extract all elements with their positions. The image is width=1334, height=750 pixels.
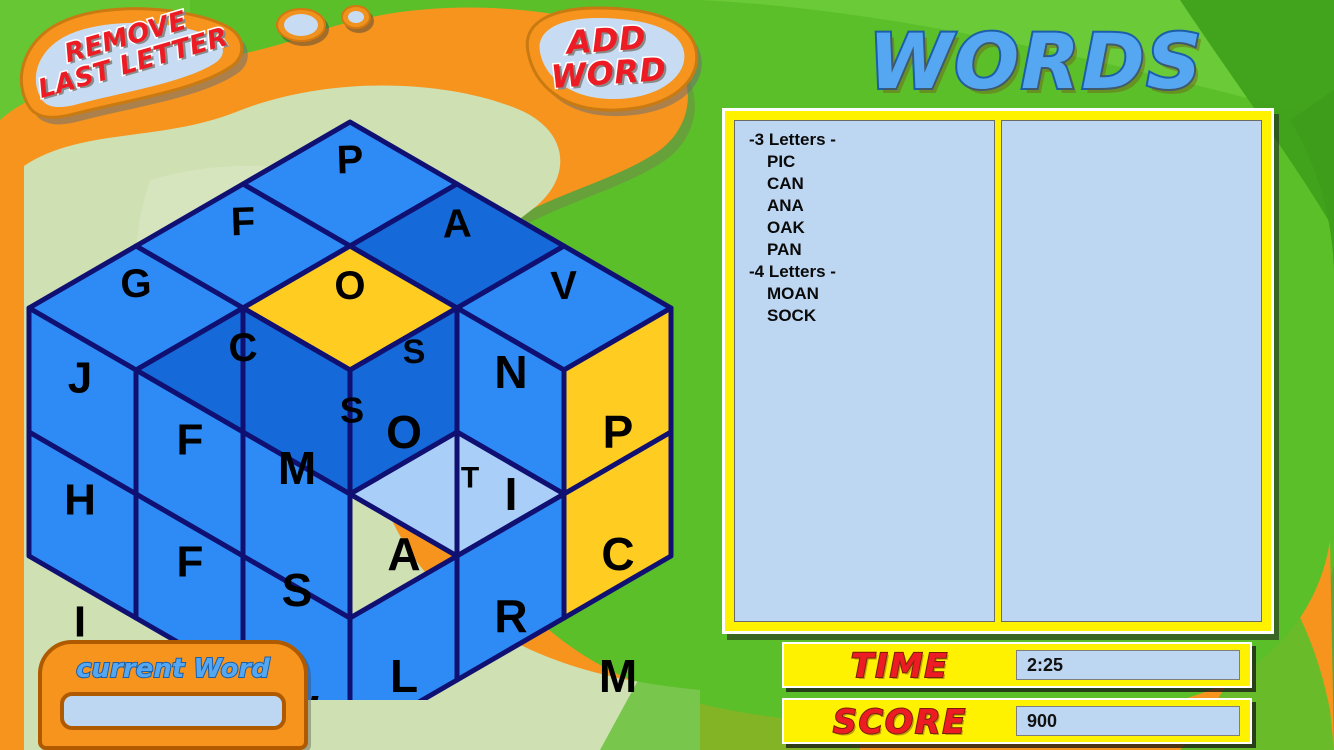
cube-letter: F bbox=[230, 200, 256, 245]
cube-letter: P bbox=[603, 406, 634, 458]
words-title-text: WORDS bbox=[867, 15, 1204, 108]
letter-cube[interactable]: .tb{fill:#2E8BF5}.tbd{fill:#1569D8}.tbl{… bbox=[0, 0, 700, 700]
cube-letter: L bbox=[390, 650, 418, 700]
found-word-item[interactable]: SOCK bbox=[749, 305, 994, 327]
time-label: TIME bbox=[850, 645, 950, 686]
score-panel: SCORE 900 bbox=[782, 698, 1252, 744]
found-word-item[interactable]: ANA bbox=[749, 195, 994, 217]
cube-letter: A bbox=[387, 528, 420, 580]
cube-letter: N bbox=[494, 346, 527, 398]
found-words-panel: -3 Letters - PIC CAN ANA OAK PAN -4 Letters - M… bbox=[722, 108, 1274, 634]
cube-letter: H bbox=[64, 476, 96, 525]
found-word-item[interactable]: OAK bbox=[749, 217, 994, 239]
score-label: SCORE bbox=[832, 701, 967, 742]
cube-letter: O bbox=[334, 263, 367, 308]
words-column-right[interactable] bbox=[1001, 120, 1262, 622]
cube-letter: V bbox=[550, 264, 579, 309]
current-word-input[interactable] bbox=[60, 692, 286, 730]
game-screen: REMOVE LAST LETTER ADD WORD .tb{fill:#2E… bbox=[0, 0, 1334, 750]
words-column-left[interactable]: -3 Letters - PIC CAN ANA OAK PAN -4 Letters - M… bbox=[734, 120, 995, 622]
cube-letter: C bbox=[601, 528, 634, 580]
cube-letter: T bbox=[461, 462, 479, 495]
cube-letter: J bbox=[68, 354, 92, 403]
found-word-item[interactable]: PAN bbox=[749, 239, 994, 261]
cube-letter: M bbox=[278, 442, 316, 494]
cube-letter: G bbox=[120, 261, 153, 306]
cube-letter: I bbox=[505, 468, 518, 520]
cube-letter: O bbox=[386, 406, 422, 458]
found-word-item[interactable]: PIC bbox=[749, 151, 994, 173]
found-word-item[interactable]: MOAN bbox=[749, 283, 994, 305]
score-value: 900 bbox=[1016, 706, 1240, 736]
word-group-header: -4 Letters - bbox=[749, 262, 836, 281]
time-value: 2:25 bbox=[1016, 650, 1240, 680]
cube-letter: F bbox=[177, 538, 204, 587]
cube-letter: S bbox=[339, 389, 364, 431]
cube-letter: F bbox=[177, 416, 204, 465]
cube-letter: P bbox=[336, 138, 364, 183]
cube-letter: S bbox=[402, 333, 426, 372]
cube-letter: M bbox=[599, 650, 637, 700]
cube-letter: R bbox=[494, 590, 527, 642]
current-word-label: current Word bbox=[75, 653, 271, 685]
cube-letter: S bbox=[282, 564, 313, 616]
time-panel: TIME 2:25 bbox=[782, 642, 1252, 688]
cube-letter: A bbox=[442, 202, 472, 247]
found-word-item[interactable]: CAN bbox=[749, 173, 994, 195]
word-group-header: -3 Letters - bbox=[749, 130, 836, 149]
current-word-panel: current Word bbox=[38, 640, 308, 750]
page-title: WORDS bbox=[836, 15, 1236, 108]
cube-letter: C bbox=[228, 326, 258, 371]
